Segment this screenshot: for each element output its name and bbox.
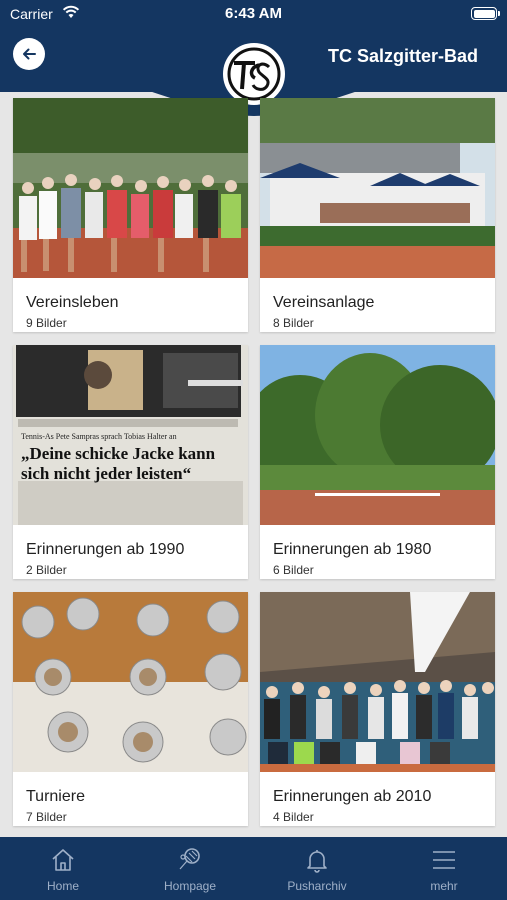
newspaper-photo: Tennis-As Pete Sampras sprach Tobias Hal… bbox=[13, 345, 248, 525]
trees-photo bbox=[260, 345, 495, 525]
album-title: Turniere bbox=[26, 788, 85, 805]
album-card-turniere[interactable]: Turniere 7 Bilder bbox=[13, 592, 248, 826]
album-title: Vereinsleben bbox=[26, 294, 119, 311]
bell-icon bbox=[307, 850, 327, 873]
tennis-racket-icon bbox=[179, 848, 200, 870]
album-count: 7 Bilder bbox=[26, 810, 67, 824]
arrow-left-icon bbox=[23, 48, 36, 60]
album-title: Vereinsanlage bbox=[273, 294, 375, 311]
clubhouse-photo bbox=[260, 98, 495, 278]
indoor-hall-photo bbox=[260, 592, 495, 772]
tab-mehr[interactable]: mehr bbox=[381, 837, 507, 900]
album-title: Erinnerungen ab 1990 bbox=[26, 541, 185, 558]
tab-bar: Home Hompage Pusharchiv mehr bbox=[0, 837, 507, 900]
page-title: TC Salzgitter-Bad bbox=[327, 46, 478, 66]
tab-label: Hompage bbox=[163, 879, 217, 893]
album-card-vereinsanlage[interactable]: Vereinsanlage 8 Bilder bbox=[260, 98, 495, 332]
album-title: Erinnerungen ab 1980 bbox=[273, 541, 432, 558]
album-title: Erinnerungen ab 2010 bbox=[273, 788, 432, 805]
newspaper-caption: Tennis-As Pete Sampras sprach Tobias Hal… bbox=[21, 432, 177, 441]
tab-label: Home bbox=[46, 879, 79, 893]
clock: 6:43 AM bbox=[225, 5, 282, 22]
album-count: 8 Bilder bbox=[273, 316, 314, 330]
newspaper-headline-1: „Deine schicke Jacke kann bbox=[21, 444, 216, 463]
album-card-erinnerungen-2010[interactable]: Erinnerungen ab 2010 4 Bilder bbox=[260, 592, 495, 826]
trophies-photo bbox=[13, 592, 248, 772]
album-count: 6 Bilder bbox=[273, 563, 314, 577]
tab-home[interactable]: Home bbox=[0, 837, 126, 900]
album-count: 9 Bilder bbox=[26, 316, 67, 330]
home-icon bbox=[52, 849, 74, 871]
album-count: 4 Bilder bbox=[273, 810, 314, 824]
tab-pusharchiv[interactable]: Pusharchiv bbox=[254, 837, 380, 900]
battery-icon bbox=[471, 7, 500, 20]
album-count: 2 Bilder bbox=[26, 563, 67, 577]
group-photo bbox=[13, 98, 248, 278]
back-button[interactable] bbox=[13, 38, 45, 70]
menu-icon bbox=[433, 851, 455, 869]
tab-hompage[interactable]: Hompage bbox=[127, 837, 253, 900]
newspaper-headline-2: sich nicht jeder leisten“ bbox=[21, 464, 192, 483]
status-bar: Carrier 6:43 AM bbox=[0, 0, 507, 28]
album-card-vereinsleben[interactable]: Vereinsleben 9 Bilder bbox=[13, 98, 248, 332]
album-card-erinnerungen-1990[interactable]: Tennis-As Pete Sampras sprach Tobias Hal… bbox=[13, 345, 248, 579]
album-card-erinnerungen-1980[interactable]: Erinnerungen ab 1980 6 Bilder bbox=[260, 345, 495, 579]
album-grid: Vereinsleben 9 Bilder Vereinsanlage 8 Bi… bbox=[0, 92, 507, 837]
tab-label: mehr bbox=[430, 879, 458, 893]
tab-label: Pusharchiv bbox=[287, 879, 347, 893]
